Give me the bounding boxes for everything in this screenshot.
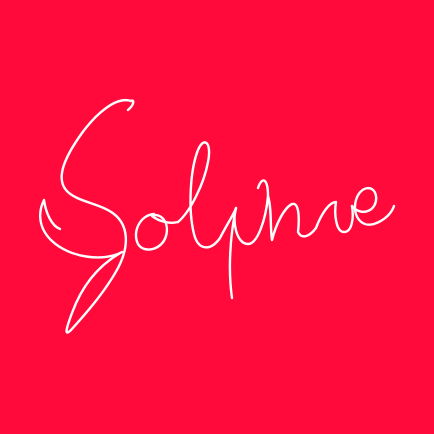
letter-u-stroke: [314, 200, 354, 234]
letter-e-stroke: [350, 187, 396, 226]
letter-l-stroke: [176, 141, 222, 249]
letter-s-swash: [126, 99, 135, 112]
solvne-script-wordmark: [39, 98, 396, 334]
letter-s-stroke: [39, 98, 133, 334]
letter-v-stroke: [218, 179, 270, 246]
letter-n-stroke: [266, 194, 318, 242]
letter-o-stroke: [134, 212, 180, 251]
logo-canvas: [0, 0, 434, 434]
